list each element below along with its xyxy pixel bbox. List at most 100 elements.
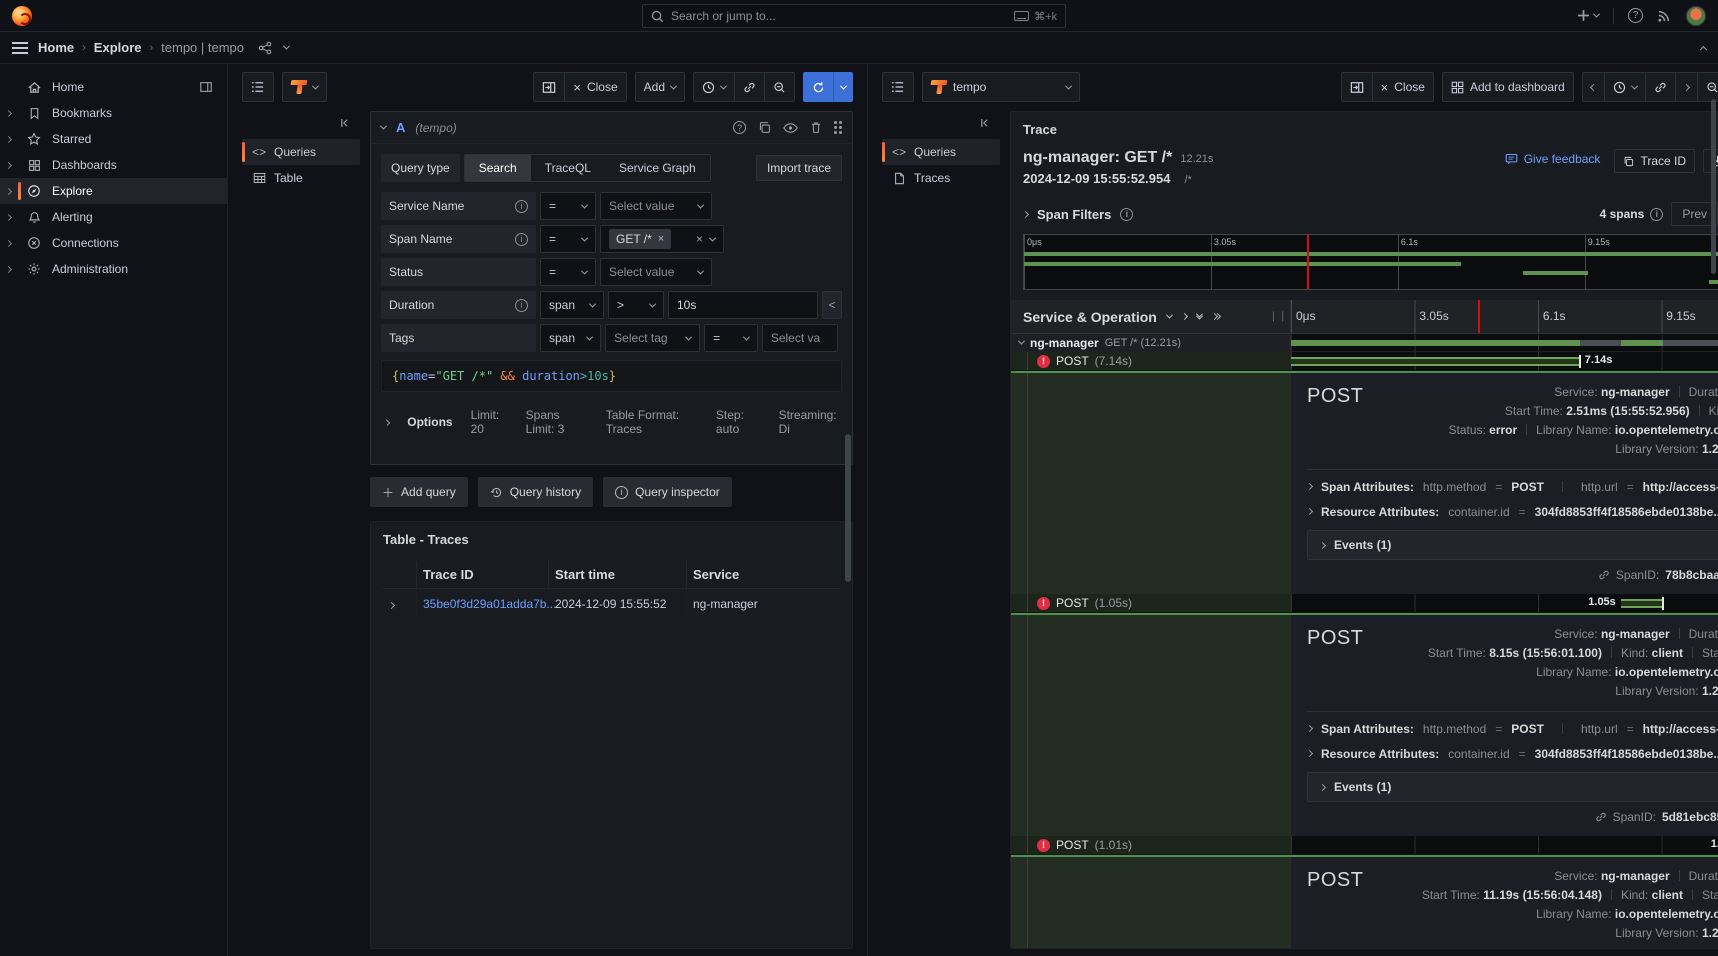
breadcrumb-explore[interactable]: Explore [94,40,142,55]
rail-item-queries[interactable]: <> Queries [242,139,360,165]
menu-icon[interactable] [12,42,28,54]
span-filters-toggle[interactable]: Span Filtersi [1023,207,1133,222]
column-resize-handle[interactable]: ❘❘ [1269,311,1288,322]
share-icon[interactable] [258,41,272,55]
service-operator-select[interactable]: = [540,192,596,220]
add-query-button[interactable]: ＋Add query [370,477,468,507]
sidebar-item-bookmarks[interactable]: Bookmarks [0,100,227,126]
zoom-out-button[interactable] [764,72,795,102]
import-trace-button[interactable]: Import trace [756,155,842,181]
window-scrollbar[interactable] [1711,99,1716,274]
collapse-left-icon[interactable]: < [822,291,842,319]
tags-scope-select[interactable]: span [540,324,601,352]
chevron-down-icon[interactable] [283,43,290,50]
query-rows-icon-button[interactable] [882,72,914,102]
breadcrumb-home[interactable]: Home [38,40,74,55]
span-bar-cell[interactable]: 7.14s [1291,352,1718,370]
span-attributes-row[interactable]: Span Attributes:http.method=POSThttp.url… [1307,474,1718,499]
copy-link-button[interactable] [734,72,764,102]
link-icon[interactable] [1595,811,1607,823]
time-picker-button[interactable] [1604,72,1645,102]
span-operator-select[interactable]: = [540,225,596,253]
user-avatar[interactable] [1686,6,1706,26]
rail-item-traces[interactable]: Traces [882,165,1000,191]
close-split-left-button[interactable]: ×Close [564,72,626,102]
span-name-cell[interactable]: !POST(1.05s) [1011,594,1291,612]
sidebar-item-dashboards[interactable]: Dashboards [0,152,227,178]
span-attributes-row[interactable]: Span Attributes:http.method=POSThttp.url… [1307,716,1718,741]
breadcrumb-tempo[interactable]: tempo | tempo [161,40,244,55]
trash-icon[interactable] [810,121,822,134]
collapse-up-icon[interactable] [1700,45,1707,52]
help-icon[interactable]: ? [1628,8,1643,23]
remove-chip-icon[interactable]: × [658,233,664,245]
status-operator-select[interactable]: = [540,258,596,286]
query-options-row[interactable]: Options Limit: 20 Spans Limit: 3 Table F… [381,400,842,452]
add-to-dashboard-button[interactable]: Add to dashboard [1442,72,1574,102]
tab-search[interactable]: Search [465,155,531,181]
sidebar-item-explore[interactable]: Explore [0,178,227,204]
move-to-split-button[interactable] [1341,72,1372,102]
run-query-interval-button[interactable] [834,72,853,102]
add-dropdown-button[interactable]: Add [635,72,685,102]
sidebar-item-alerting[interactable]: Alerting [0,204,227,230]
dock-sidebar-icon[interactable] [199,80,213,94]
span-value-select[interactable]: GET /*× × [600,225,724,253]
datasource-picker-left[interactable] [282,72,327,102]
span-bar-cell[interactable]: 1.01s [1291,836,1718,854]
duration-value-input[interactable]: 10s [668,291,818,319]
root-span-bar-cell[interactable] [1291,334,1718,351]
table-row-expander[interactable] [383,589,417,619]
query-rows-icon-button[interactable] [242,72,274,102]
query-history-button[interactable]: Query history [478,477,593,507]
chevron-down-icon[interactable] [1018,338,1025,345]
tab-traceql[interactable]: TraceQL [531,155,605,181]
coll apse-all-icon[interactable] [1197,313,1202,320]
tags-value-select[interactable]: Select va [762,324,838,352]
duration-scope-select[interactable]: span [540,291,604,319]
close-split-right-button[interactable]: ×Close [1372,72,1434,102]
collapse-rail-icon[interactable] [882,113,1000,139]
span-name-cell[interactable]: !POST(1.01s) [1011,836,1291,854]
hide-response-eye-icon[interactable] [783,122,798,134]
events-row[interactable]: Events (1) [1307,772,1718,802]
clear-all-icon[interactable]: × [696,232,703,246]
search-input[interactable]: Search or jump to... ⌘+k [642,4,1066,28]
sidebar-item-starred[interactable]: Starred [0,126,227,152]
span-name-cell[interactable]: !POST(7.14s) [1011,352,1291,370]
table-header-service[interactable]: Service [687,561,840,589]
rail-item-table[interactable]: Table [242,165,360,191]
grafana-logo-icon[interactable] [12,6,32,26]
sidebar-item-administration[interactable]: Administration [0,256,227,282]
query-row-header[interactable]: A (tempo) ? [371,112,852,144]
span-row[interactable]: !POST(1.01s)1.01s [1011,836,1718,855]
expand-all-icon[interactable] [1212,314,1220,319]
trace-minimap[interactable]: 0μs 3.05s 6.1s 9.15s 12.21s [1023,234,1718,290]
status-value-select[interactable]: Select value [600,258,712,286]
service-value-select[interactable]: Select value [600,192,712,220]
resource-attributes-row[interactable]: Resource Attributes:container.id=304fd88… [1307,741,1718,766]
table-cell-trace-id[interactable]: 35be0f3d29a01adda7b... [417,589,549,619]
sidebar-item-home[interactable]: Home [0,74,227,100]
time-picker-button[interactable] [693,72,734,102]
link-icon[interactable] [1598,569,1610,581]
copy-link-button[interactable] [1645,72,1675,102]
move-to-split-button[interactable] [533,72,564,102]
span-row[interactable]: !POST(7.14s)7.14s [1011,352,1718,371]
time-shift-forward-button[interactable] [1675,72,1697,102]
table-header-trace-id[interactable]: Trace ID [417,561,549,589]
span-bar-cell[interactable]: 1.05s [1291,594,1718,612]
resource-attributes-row[interactable]: Resource Attributes:container.id=304fd88… [1307,499,1718,524]
table-header-start-time[interactable]: Start time [549,561,687,589]
new-button[interactable] [1577,9,1599,22]
news-icon[interactable] [1657,8,1672,23]
expand-one-icon[interactable] [1182,314,1187,319]
sidebar-item-connections[interactable]: Connections [0,230,227,256]
collapse-rail-icon[interactable] [242,113,360,139]
tags-operator-select[interactable]: = [704,324,758,352]
datasource-picker-right[interactable]: tempo [922,72,1080,102]
tags-tag-select[interactable]: Select tag [605,324,700,352]
query-inspector-button[interactable]: iQuery inspector [603,477,732,507]
give-feedback-link[interactable]: Give feedback [1505,152,1601,166]
tab-service-graph[interactable]: Service Graph [605,155,710,181]
